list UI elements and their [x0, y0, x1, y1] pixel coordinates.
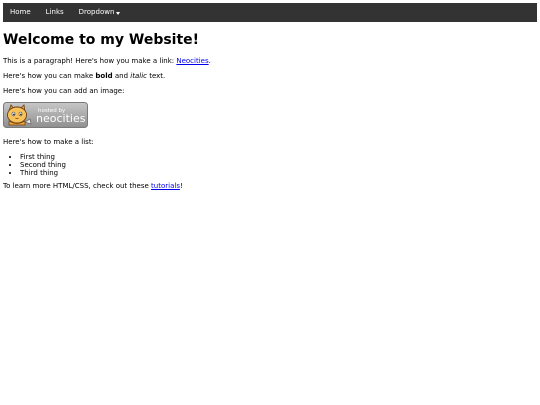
italic-text: italic — [130, 72, 147, 80]
paragraph-tutorials-end: ! — [179, 182, 183, 190]
paragraph-formatting: Here's how you can make bold and italic … — [3, 72, 533, 81]
tutorials-link[interactable]: tutorials — [151, 182, 180, 190]
bold-text: bold — [95, 72, 113, 80]
example-list: First thing Second thing Third thing — [3, 153, 533, 177]
list-item: Third thing — [20, 169, 533, 177]
paragraph-formatting-text: Here's how you can make — [3, 72, 96, 80]
nav-links-link[interactable]: Links — [39, 3, 72, 22]
paragraph-link-end: . — [208, 57, 211, 65]
list-item: First thing — [20, 153, 533, 161]
nav-dropdown-label: Dropdown — [78, 8, 115, 16]
hosted-by-neocities-badge: hosted by neocities — [3, 102, 88, 128]
nav-home-link[interactable]: Home — [3, 3, 39, 22]
paragraph-link-text: This is a paragraph! Here's how you make… — [3, 57, 177, 65]
paragraph-list-intro: Here's how to make a list: — [3, 138, 94, 146]
list-item: Second thing — [20, 161, 533, 169]
paragraph-formatting-end: text. — [146, 72, 166, 80]
paragraph-formatting-mid: and — [112, 72, 131, 80]
badge-neocities-text: neocities — [36, 112, 86, 125]
paragraph-image: Here's how you can add an image: — [3, 87, 125, 95]
paragraph-tutorials-text: To learn more HTML/CSS, check out these — [3, 182, 152, 190]
nav-dropdown-toggle[interactable]: Dropdown — [72, 3, 129, 22]
caret-down-icon — [116, 11, 121, 15]
paragraph-link: This is a paragraph! Here's how you make… — [3, 57, 533, 66]
main-content: Welcome to my Website! This is a paragra… — [3, 24, 533, 197]
neocities-link[interactable]: Neocities — [176, 57, 208, 65]
paragraph-tutorials: To learn more HTML/CSS, check out these … — [3, 182, 533, 191]
page-heading: Welcome to my Website! — [3, 32, 200, 48]
navbar: Home Links Dropdown — [3, 3, 537, 22]
